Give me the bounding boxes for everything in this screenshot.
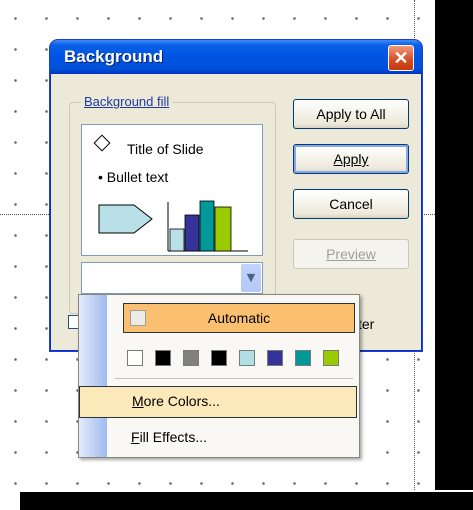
preview-bar-4 xyxy=(214,206,232,252)
color-swatch-2[interactable] xyxy=(155,350,171,366)
automatic-label: Automatic xyxy=(207,310,271,326)
slide-preview: Title of Slide • Bullet text xyxy=(81,124,263,256)
color-swatch-7[interactable] xyxy=(295,350,311,366)
preview-bullet-text: • Bullet text xyxy=(98,169,169,185)
more-colors-item[interactable]: More Colors... xyxy=(79,386,357,418)
apply-button[interactable]: Apply xyxy=(293,144,409,174)
cancel-button[interactable]: Cancel xyxy=(293,189,409,219)
menu-separator xyxy=(115,378,353,379)
dialog-titlebar[interactable]: Background ✕ xyxy=(50,40,422,74)
dark-edge-bottom xyxy=(20,492,473,510)
more-colors-label: More Colors... xyxy=(132,393,220,409)
dark-edge-right xyxy=(435,0,473,490)
color-swatch-5[interactable] xyxy=(239,350,255,366)
close-icon: ✕ xyxy=(393,48,409,68)
color-swatch-6[interactable] xyxy=(267,350,283,366)
more-colors-mnemonic: M xyxy=(132,393,144,409)
apply-to-all-button[interactable]: Apply to All xyxy=(293,99,409,129)
fill-color-menu: Automatic More Colors... Fill Effects... xyxy=(78,294,360,458)
preview-graphics xyxy=(98,200,248,252)
fill-effects-rest: ill Effects... xyxy=(139,429,207,445)
preview-label: Preview xyxy=(326,246,376,262)
preview-arrow-shape xyxy=(98,204,153,234)
background-fill-label: Background fill xyxy=(81,94,173,109)
color-swatch-4[interactable] xyxy=(211,350,227,366)
more-colors-rest: ore Colors... xyxy=(143,393,220,409)
color-swatch-8[interactable] xyxy=(323,350,339,366)
preview-slide-title: Title of Slide xyxy=(127,141,204,157)
dialog-title: Background xyxy=(64,47,164,66)
automatic-color-item[interactable]: Automatic xyxy=(123,303,355,333)
preview-bar-3 xyxy=(199,200,215,252)
fill-color-dropdown[interactable]: ▼ xyxy=(81,262,263,294)
color-swatch-1[interactable] xyxy=(127,350,143,366)
apply-to-all-label: Apply to All xyxy=(316,106,386,122)
apply-label: Apply xyxy=(333,151,369,167)
preview-bar-1 xyxy=(169,228,185,252)
close-button[interactable]: ✕ xyxy=(388,45,414,71)
fill-effects-item[interactable]: Fill Effects... xyxy=(131,429,207,445)
preview-button[interactable]: Preview xyxy=(293,239,409,269)
chevron-down-icon[interactable]: ▼ xyxy=(241,264,261,292)
fill-effects-mnemonic: F xyxy=(131,429,140,445)
cancel-label: Cancel xyxy=(329,196,373,212)
menu-side-strip xyxy=(79,295,107,457)
diamond-bullet-icon xyxy=(93,134,111,152)
preview-bar-2 xyxy=(184,214,200,252)
color-swatch-3[interactable] xyxy=(183,350,199,366)
